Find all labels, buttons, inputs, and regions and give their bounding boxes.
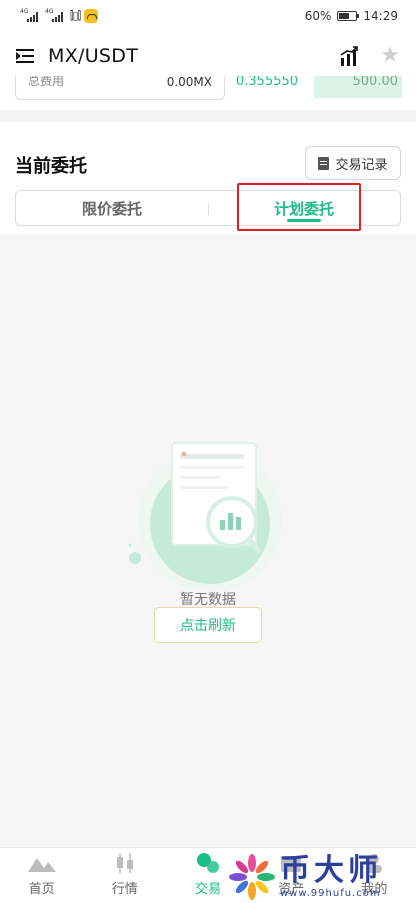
watermark: 币大师 www.99hufu.com xyxy=(228,850,416,903)
menu-collapse-icon[interactable] xyxy=(16,48,36,64)
depth-price: 0.355550 xyxy=(236,76,299,89)
signal-icon: 4G xyxy=(20,8,41,22)
nav-item-home[interactable]: 首页 xyxy=(0,848,83,903)
battery-percent: 60% xyxy=(304,9,332,23)
tab-limit-orders[interactable]: 限价委托 xyxy=(16,191,208,225)
pair-title[interactable]: MX/USDT xyxy=(48,45,138,67)
document-icon xyxy=(318,156,330,170)
total-fee-field: 总费用 0.00MX xyxy=(15,76,225,100)
clock: 14:29 xyxy=(363,9,398,23)
nav-item-market[interactable]: 行情 xyxy=(83,848,166,903)
bar-chart-icon[interactable] xyxy=(340,46,359,66)
current-orders-title: 当前委托 xyxy=(15,156,87,177)
refresh-button[interactable]: 点击刷新 xyxy=(154,607,262,643)
watermark-brand: 币大师 xyxy=(280,853,382,888)
order-form-peek: 总费用 0.00MX 0.355550 500.00 xyxy=(0,76,416,106)
home-mountain-icon xyxy=(27,858,56,872)
trade-bubbles-icon xyxy=(197,853,219,873)
watermark-url: www.99hufu.com xyxy=(280,888,381,899)
flower-logo xyxy=(229,853,275,900)
battery-icon xyxy=(337,11,360,21)
header: MX/USDT ★ xyxy=(0,36,416,76)
app-notification-icon xyxy=(84,9,99,23)
annotation-highlight xyxy=(237,183,361,231)
status-bar: 4G 4G ⫿▯⫿ 60% 14:29 xyxy=(0,0,416,32)
vibrate-icon: ⫿▯⫿ xyxy=(70,9,81,22)
empty-data-illustration xyxy=(128,442,282,590)
candlestick-icon xyxy=(116,853,133,873)
depth-bar: 500.00 xyxy=(314,76,402,98)
signal-icon: 4G xyxy=(45,8,66,22)
divider xyxy=(0,110,416,122)
trade-history-button[interactable]: 交易记录 xyxy=(305,146,401,180)
empty-message: 暂无数据 xyxy=(180,592,236,608)
star-icon[interactable]: ★ xyxy=(380,45,400,67)
